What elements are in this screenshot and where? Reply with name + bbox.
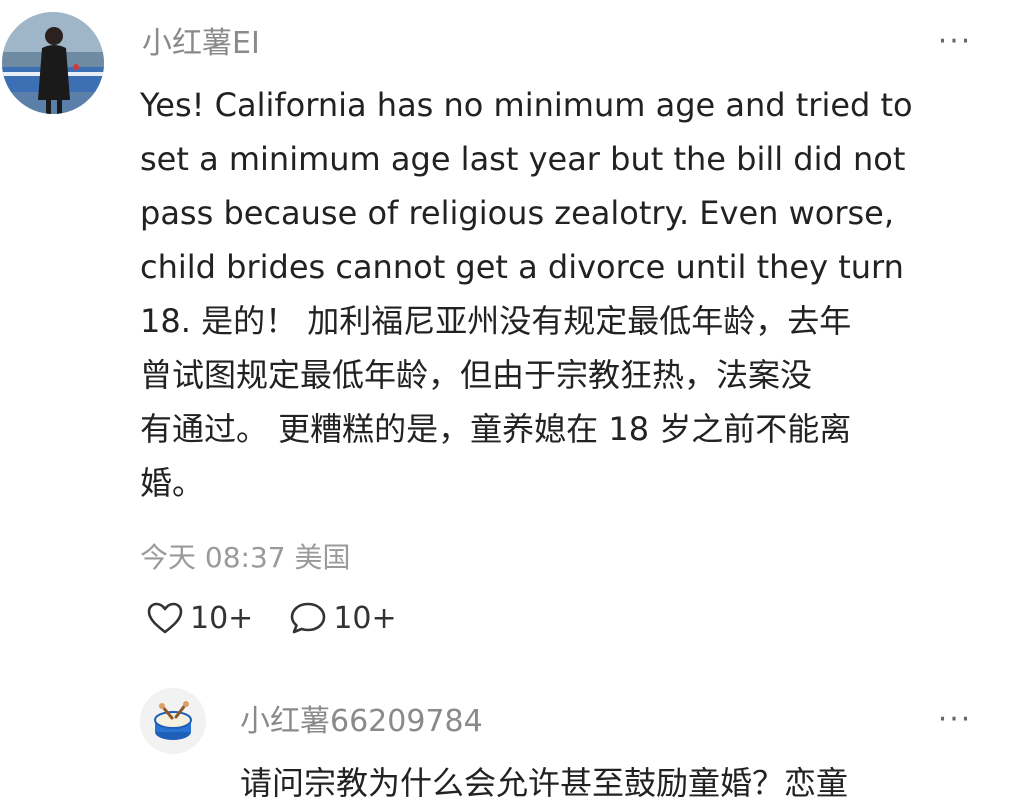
comment-line: pass because of religious zealotry. Even… (140, 194, 895, 232)
reply-button[interactable]: 10+ (289, 600, 397, 636)
avatar[interactable] (2, 12, 104, 114)
avatar-image (2, 12, 104, 114)
reply-text: 请问宗教为什么会允许甚至鼓励童婚？恋童 (240, 764, 849, 802)
reply-avatar[interactable] (140, 688, 206, 754)
comment-line: 婚。 (140, 464, 205, 502)
comment-line: 18. 是的！ 加利福尼亚州没有规定最低年龄，去年 (140, 302, 852, 340)
comment-line: Yes! California has no minimum age and t… (140, 86, 913, 124)
speech-bubble-icon (291, 602, 326, 634)
comment-line: 有通过。 更糟糕的是，童养媳在 18 岁之前不能离 (140, 410, 852, 448)
comment-text: Yes! California has no minimum age and t… (140, 78, 1000, 510)
drum-avatar-icon (140, 688, 206, 754)
comment-line: 曾试图规定最低年龄，但由于宗教狂热，法案没 (140, 356, 813, 394)
comment-actions: 10+ 10+ (146, 600, 433, 636)
reply-username[interactable]: 小红薯66209784 (240, 696, 483, 740)
comment-timestamp: 今天 08:37 美国 (140, 541, 351, 574)
like-count: 10+ (190, 600, 254, 636)
more-options-button[interactable]: ··· (935, 27, 975, 57)
heart-outline-icon (147, 602, 183, 634)
comment-count: 10+ (333, 600, 397, 636)
comment-line: child brides cannot get a divorce until … (140, 248, 904, 286)
comment-username[interactable]: 小红薯EI (142, 18, 260, 62)
comment-line: set a minimum age last year but the bill… (140, 140, 906, 178)
reply-more-options-button[interactable]: ··· (935, 705, 975, 735)
like-button[interactable]: 10+ (146, 601, 253, 636)
ellipsis-icon: ··· (937, 702, 973, 737)
ellipsis-icon: ··· (937, 24, 973, 59)
